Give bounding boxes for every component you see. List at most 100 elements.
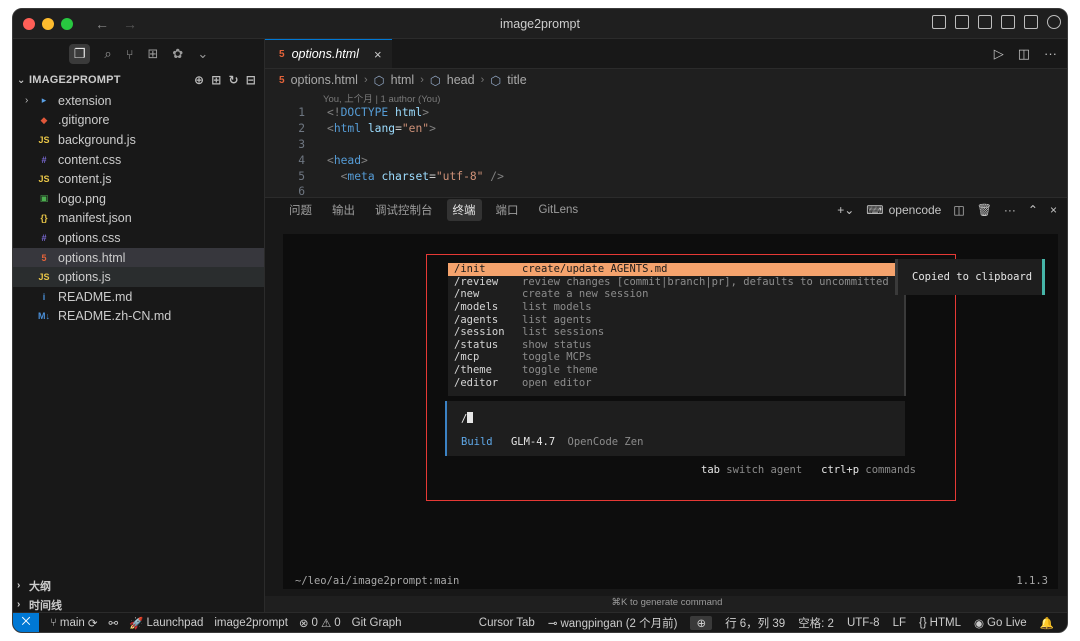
rocket-icon: 🚀 (129, 617, 144, 630)
tree-item[interactable]: ◆ .gitignore (13, 111, 264, 131)
html-file-icon: 5 (279, 74, 285, 86)
blame-status[interactable]: ⊸ wangpingan (2 个月前) (548, 615, 678, 631)
tree-item[interactable]: ▣ logo.png (13, 189, 264, 209)
tree-item[interactable]: i README.md (13, 287, 264, 307)
language-status[interactable]: {} HTML (919, 617, 961, 629)
more-actions-icon[interactable]: ··· (1044, 46, 1057, 61)
git-graph-status[interactable]: Git Graph (352, 617, 402, 629)
code-line: 4 <head> (265, 152, 1067, 168)
tree-item[interactable]: JS options.js (13, 267, 264, 287)
tab-terminal[interactable]: 终端 (446, 199, 482, 221)
code-lines[interactable]: 1 <!DOCTYPE html> 2 <html lang="en"> 3 4… (265, 105, 1067, 200)
launchpad-status[interactable]: 🚀 Launchpad (129, 616, 203, 630)
command-description: toggle MCPs (522, 351, 592, 364)
source-control-icon[interactable]: ⑂ (126, 47, 134, 62)
tree-item[interactable]: {} manifest.json (13, 209, 264, 229)
explorer-icon[interactable]: ❐ (68, 44, 91, 64)
cursor-position[interactable]: 行 6，列 39 (725, 615, 785, 631)
chatgpt-icon[interactable]: ✿ (172, 46, 183, 62)
tree-item[interactable]: M↓ README.zh-CN.md (13, 307, 264, 327)
remote-indicator-icon[interactable]: ⨉ (13, 612, 39, 632)
repo-status[interactable]: image2prompt (214, 617, 288, 629)
command-item[interactable]: /new create a new session (448, 288, 904, 301)
tree-item[interactable]: # content.css (13, 150, 264, 170)
prompt-input-box[interactable]: / Build GLM-4.7 OpenCode Zen (445, 401, 905, 456)
split-icon[interactable] (1024, 15, 1038, 29)
tab-problems[interactable]: 问题 (283, 199, 318, 221)
terminal-view[interactable]: /init create/update AGENTS.md/review revie… (283, 234, 1058, 589)
refresh-icon[interactable]: ↻ (228, 73, 238, 87)
tab-options-html[interactable]: 5 options.html × (265, 39, 392, 68)
command-item[interactable]: /mcp toggle MCPs (448, 351, 904, 364)
breadcrumb-item[interactable]: head (447, 73, 475, 87)
bell-icon[interactable]: 🔔 (1040, 616, 1054, 630)
command-item[interactable]: /status show status (448, 339, 904, 352)
chevron-down-icon[interactable]: ⌄ (197, 46, 208, 62)
warning-count: 0 (334, 616, 341, 629)
indentation-status[interactable]: 空格: 2 (798, 615, 834, 631)
command-item[interactable]: /agents list agents (448, 313, 904, 326)
more-actions-icon[interactable]: ··· (1004, 203, 1016, 217)
tree-item-label: options.css (58, 230, 121, 245)
eol-status[interactable]: LF (893, 617, 906, 629)
maximize-panel-icon[interactable]: ⌃ (1028, 203, 1038, 217)
tree-item[interactable]: JS content.js (13, 169, 264, 189)
command-item[interactable]: /editor open editor (448, 376, 904, 389)
new-terminal-icon[interactable]: +⌄ (837, 203, 854, 217)
command-item[interactable]: /init create/update AGENTS.md (448, 263, 904, 276)
tab-output[interactable]: 输出 (326, 199, 361, 221)
tab-gitlens[interactable]: GitLens (533, 201, 585, 219)
collapse-all-icon[interactable]: ⊟ (246, 73, 256, 87)
close-window-button[interactable] (23, 17, 35, 30)
cursor-tab-status[interactable]: Cursor Tab (479, 617, 535, 629)
tab-debug-console[interactable]: 调试控制台 (369, 199, 439, 221)
go-live-status[interactable]: ◉ Go Live (974, 616, 1027, 630)
command-name: /new (454, 288, 480, 301)
minimize-window-button[interactable] (42, 17, 54, 30)
close-icon[interactable]: × (374, 47, 382, 62)
tree-item[interactable]: 5 options.html (13, 247, 264, 268)
command-item[interactable]: /review review changes [commit|branch|pr]… (448, 276, 904, 289)
breadcrumb-item[interactable]: title (507, 73, 526, 87)
search-icon[interactable]: ⌕ (104, 46, 111, 62)
js-file-icon: JS (38, 134, 50, 145)
blame-codelens[interactable]: You, 上个月 | 1 author (You) (265, 91, 1067, 105)
close-panel-icon[interactable]: × (1050, 203, 1057, 217)
command-item[interactable]: /theme toggle theme (448, 364, 904, 377)
breadcrumb-item[interactable]: options.html (291, 73, 358, 87)
live-share-icon[interactable]: ⚯ (108, 616, 118, 630)
branch-status[interactable]: ⑂ main ⟳ (50, 616, 97, 630)
outline-section[interactable]: › 大纲 (13, 576, 264, 595)
zoom-icon[interactable]: ⊕ (690, 615, 713, 630)
customize-layout-icon[interactable] (1001, 15, 1015, 29)
tab-ports[interactable]: 端口 (490, 199, 525, 221)
maximize-window-button[interactable] (61, 17, 73, 30)
encoding-status[interactable]: UTF-8 (847, 617, 880, 629)
tree-item[interactable]: # options.css (13, 228, 264, 248)
new-folder-icon[interactable]: ⊞ (211, 73, 221, 87)
trash-icon[interactable]: 🗑 (977, 203, 992, 217)
activity-icons: ❐ ⌕ ⑂ ⊞ ✿ ⌄ (13, 39, 264, 69)
problems-status[interactable]: ⊗ 0 ⚠ 0 (299, 616, 341, 630)
forward-arrow-icon[interactable]: → (123, 16, 137, 32)
toggle-panel-icon[interactable] (955, 15, 969, 29)
info-icon: i (42, 291, 46, 302)
tree-item[interactable]: › ▸ extension (13, 91, 264, 111)
command-item[interactable]: /session list sessions (448, 326, 904, 339)
breadcrumb-item[interactable]: html (391, 73, 415, 87)
element-icon: ⬡ (490, 73, 502, 88)
command-item[interactable]: /models list models (448, 301, 904, 314)
new-file-icon[interactable]: ⊕ (194, 73, 204, 87)
settings-gear-icon[interactable] (1047, 15, 1061, 29)
toggle-primary-sidebar-icon[interactable] (932, 15, 946, 29)
terminal-selector[interactable]: ⌨ opencode (866, 203, 941, 217)
split-editor-icon[interactable]: ◫ (1018, 46, 1030, 62)
extensions-icon[interactable]: ⊞ (148, 46, 159, 62)
split-terminal-icon[interactable]: ◫ (953, 203, 964, 217)
run-icon[interactable]: ▷ (994, 46, 1004, 62)
tree-item[interactable]: JS background.js (13, 130, 264, 150)
explorer-actions: ⊕ ⊞ ↻ ⊟ (194, 73, 256, 87)
back-arrow-icon[interactable]: ← (95, 16, 109, 32)
toggle-secondary-sidebar-icon[interactable] (978, 15, 992, 29)
explorer-header[interactable]: ⌄ IMAGE2PROMPT ⊕ ⊞ ↻ ⊟ (13, 69, 264, 91)
